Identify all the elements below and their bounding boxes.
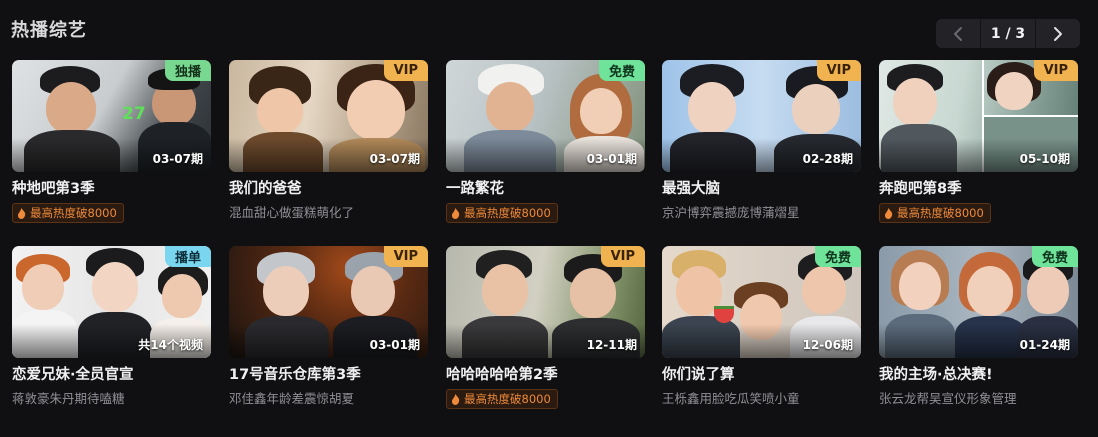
- show-card[interactable]: 播单 共14个视频 恋爱兄妹·全员官宣 蒋敦豪朱丹期待嗑糖: [12, 246, 211, 407]
- episode-label: 05-10期: [1019, 152, 1070, 166]
- show-subtitle: 蒋敦豪朱丹期待嗑糖: [12, 391, 125, 406]
- free-badge: 免费: [1031, 246, 1078, 267]
- show-title[interactable]: 哈哈哈哈哈第2季: [446, 365, 645, 385]
- show-title[interactable]: 我的主场·总决赛!: [879, 365, 1078, 385]
- heat-label: 最高热度破8000: [464, 206, 551, 220]
- show-thumbnail[interactable]: 免费 01-24期: [879, 246, 1078, 358]
- chevron-right-icon: [1054, 26, 1062, 41]
- show-thumbnail[interactable]: VIP 12-11期: [446, 246, 645, 358]
- episode-label: 01-24期: [1019, 338, 1070, 352]
- show-card[interactable]: 免费 03-01期 一路繁花 最高热度破8000: [446, 60, 645, 223]
- show-title[interactable]: 奔跑吧第8季: [879, 179, 1078, 199]
- show-title[interactable]: 一路繁花: [446, 179, 645, 199]
- prev-page-button[interactable]: [936, 19, 980, 48]
- episode-label: 03-07期: [369, 152, 420, 166]
- show-title[interactable]: 种地吧第3季: [12, 179, 211, 199]
- flame-icon: [451, 393, 460, 405]
- pager: 1 / 3: [936, 19, 1080, 48]
- heat-label: 最高热度破8000: [464, 392, 551, 406]
- episode-label: 03-01期: [369, 338, 420, 352]
- show-card[interactable]: VIP 02-28期 最强大脑 京沪博弈震撼庞博蒲熠星: [662, 60, 861, 221]
- flame-icon: [17, 207, 26, 219]
- episode-label: 12-11期: [586, 338, 637, 352]
- playlist-badge: 播单: [164, 246, 211, 267]
- episode-label: 03-01期: [586, 152, 637, 166]
- show-thumbnail[interactable]: 27 独播 03-07期: [12, 60, 211, 172]
- vip-badge: VIP: [816, 60, 861, 81]
- show-subtitle: 王栎鑫用脸吃瓜笑喷小童: [662, 391, 800, 406]
- chevron-left-icon: [954, 26, 962, 41]
- exclusive-badge: 独播: [164, 60, 211, 81]
- heat-label: 最高热度破8000: [30, 206, 117, 220]
- video-count-label: 共14个视频: [138, 338, 203, 352]
- show-subtitle: 混血甜心做蛋糕萌化了: [229, 205, 355, 220]
- show-thumbnail[interactable]: VIP 05-10期: [879, 60, 1078, 172]
- show-card[interactable]: VIP 12-11期 哈哈哈哈哈第2季 最高热度破8000: [446, 246, 645, 409]
- show-title[interactable]: 我们的爸爸: [229, 179, 428, 199]
- show-title[interactable]: 你们说了算: [662, 365, 861, 385]
- next-page-button[interactable]: [1036, 19, 1080, 48]
- show-card[interactable]: VIP 03-07期 我们的爸爸 混血甜心做蛋糕萌化了: [229, 60, 428, 221]
- show-subtitle: 张云龙帮吴宣仪形象管理: [879, 391, 1017, 406]
- heat-badge: 最高热度破8000: [446, 389, 558, 409]
- show-thumbnail[interactable]: VIP 03-07期: [229, 60, 428, 172]
- show-thumbnail[interactable]: VIP 02-28期: [662, 60, 861, 172]
- heat-badge: 最高热度破8000: [12, 203, 124, 223]
- free-badge: 免费: [598, 60, 645, 81]
- vip-badge: VIP: [383, 246, 428, 267]
- show-thumbnail[interactable]: 播单 共14个视频: [12, 246, 211, 358]
- show-card[interactable]: 27 独播 03-07期 种地吧第3季 最高热度破8000: [12, 60, 211, 223]
- heat-badge: 最高热度破8000: [446, 203, 558, 223]
- free-badge: 免费: [814, 246, 861, 267]
- show-card[interactable]: 免费 01-24期 我的主场·总决赛! 张云龙帮吴宣仪形象管理: [879, 246, 1078, 407]
- show-title[interactable]: 恋爱兄妹·全员官宣: [12, 365, 211, 385]
- vip-badge: VIP: [600, 246, 645, 267]
- show-card[interactable]: VIP 03-01期 17号音乐仓库第3季 邓佳鑫年龄差震惊胡夏: [229, 246, 428, 407]
- show-subtitle: 邓佳鑫年龄差震惊胡夏: [229, 391, 355, 406]
- show-title[interactable]: 17号音乐仓库第3季: [229, 365, 428, 385]
- flame-icon: [451, 207, 460, 219]
- show-thumbnail[interactable]: 免费 03-01期: [446, 60, 645, 172]
- show-thumbnail[interactable]: 免费 12-06期: [662, 246, 861, 358]
- vip-badge: VIP: [383, 60, 428, 81]
- episode-label: 12-06期: [802, 338, 853, 352]
- flame-icon: [884, 207, 893, 219]
- episode-label: 02-28期: [802, 152, 853, 166]
- show-thumbnail[interactable]: VIP 03-01期: [229, 246, 428, 358]
- episode-label: 03-07期: [152, 152, 203, 166]
- show-card[interactable]: VIP 05-10期 奔跑吧第8季 最高热度破8000: [879, 60, 1078, 223]
- vip-badge: VIP: [1033, 60, 1078, 81]
- page-indicator: 1 / 3: [980, 19, 1036, 48]
- show-title[interactable]: 最强大脑: [662, 179, 861, 199]
- heat-badge: 最高热度破8000: [879, 203, 991, 223]
- section-title: 热播综艺: [11, 20, 87, 41]
- heat-label: 最高热度破8000: [897, 206, 984, 220]
- show-subtitle: 京沪博弈震撼庞博蒲熠星: [662, 205, 800, 220]
- show-card[interactable]: 免费 12-06期 你们说了算 王栎鑫用脸吃瓜笑喷小童: [662, 246, 861, 407]
